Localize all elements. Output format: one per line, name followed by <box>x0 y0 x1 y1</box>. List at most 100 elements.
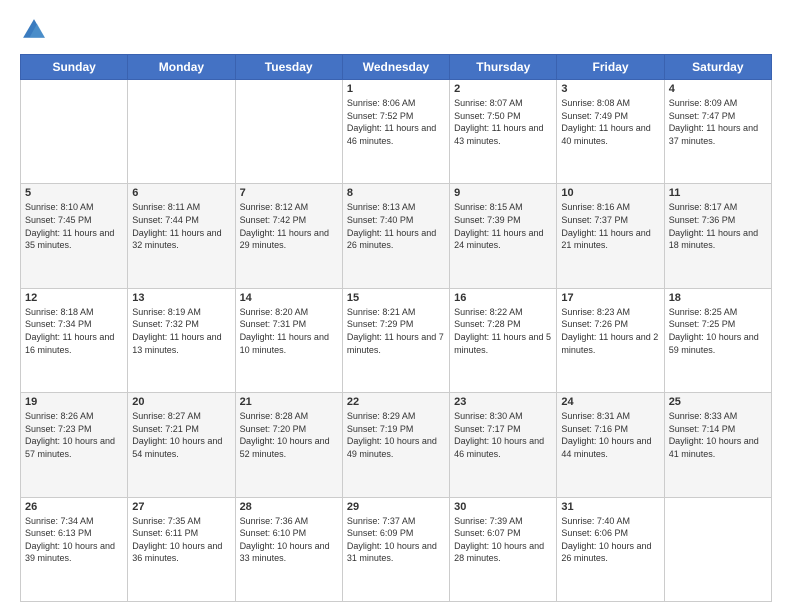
day-info: Sunrise: 7:40 AM Sunset: 6:06 PM Dayligh… <box>561 515 659 565</box>
calendar-body: 1 Sunrise: 8:06 AM Sunset: 7:52 PM Daylig… <box>21 80 772 602</box>
calendar-cell <box>235 80 342 184</box>
day-info: Sunrise: 7:37 AM Sunset: 6:09 PM Dayligh… <box>347 515 445 565</box>
day-info: Sunrise: 8:09 AM Sunset: 7:47 PM Dayligh… <box>669 97 767 147</box>
day-number: 13 <box>132 292 230 304</box>
calendar-cell: 17 Sunrise: 8:23 AM Sunset: 7:26 PM Dayli… <box>557 288 664 392</box>
day-number: 23 <box>454 396 552 408</box>
day-info: Sunrise: 8:06 AM Sunset: 7:52 PM Dayligh… <box>347 97 445 147</box>
calendar-cell: 2 Sunrise: 8:07 AM Sunset: 7:50 PM Daylig… <box>450 80 557 184</box>
day-number: 17 <box>561 292 659 304</box>
day-info: Sunrise: 8:10 AM Sunset: 7:45 PM Dayligh… <box>25 201 123 251</box>
calendar-cell: 20 Sunrise: 8:27 AM Sunset: 7:21 PM Dayli… <box>128 393 235 497</box>
day-number: 16 <box>454 292 552 304</box>
day-info: Sunrise: 8:27 AM Sunset: 7:21 PM Dayligh… <box>132 410 230 460</box>
calendar-cell: 26Sunrise: 7:34 AM Sunset: 6:13 PM Dayli… <box>21 497 128 601</box>
calendar-cell: 16 Sunrise: 8:22 AM Sunset: 7:28 PM Dayli… <box>450 288 557 392</box>
day-info: Sunrise: 8:16 AM Sunset: 7:37 PM Dayligh… <box>561 201 659 251</box>
calendar-cell: 13 Sunrise: 8:19 AM Sunset: 7:32 PM Dayli… <box>128 288 235 392</box>
calendar-cell: 14Sunrise: 8:20 AM Sunset: 7:31 PM Dayli… <box>235 288 342 392</box>
day-number: 28 <box>240 501 338 513</box>
day-info: Sunrise: 8:13 AM Sunset: 7:40 PM Dayligh… <box>347 201 445 251</box>
page: SundayMondayTuesdayWednesdayThursdayFrid… <box>0 0 792 612</box>
calendar-cell: 29 Sunrise: 7:37 AM Sunset: 6:09 PM Dayli… <box>342 497 449 601</box>
calendar-cell <box>128 80 235 184</box>
day-number: 31 <box>561 501 659 513</box>
week-row-1: 5 Sunrise: 8:10 AM Sunset: 7:45 PM Daylig… <box>21 184 772 288</box>
day-info: Sunrise: 8:30 AM Sunset: 7:17 PM Dayligh… <box>454 410 552 460</box>
calendar-cell: 1 Sunrise: 8:06 AM Sunset: 7:52 PM Daylig… <box>342 80 449 184</box>
calendar-cell: 24Sunrise: 8:31 AM Sunset: 7:16 PM Dayli… <box>557 393 664 497</box>
calendar-cell: 25 Sunrise: 8:33 AM Sunset: 7:14 PM Dayli… <box>664 393 771 497</box>
calendar-cell: 12Sunrise: 8:18 AM Sunset: 7:34 PM Dayli… <box>21 288 128 392</box>
day-info: Sunrise: 8:33 AM Sunset: 7:14 PM Dayligh… <box>669 410 767 460</box>
day-info: Sunrise: 8:11 AM Sunset: 7:44 PM Dayligh… <box>132 201 230 251</box>
calendar-cell: 19Sunrise: 8:26 AM Sunset: 7:23 PM Dayli… <box>21 393 128 497</box>
day-number: 12 <box>25 292 123 304</box>
day-number: 7 <box>240 187 338 199</box>
day-info: Sunrise: 8:08 AM Sunset: 7:49 PM Dayligh… <box>561 97 659 147</box>
day-number: 25 <box>669 396 767 408</box>
day-number: 20 <box>132 396 230 408</box>
day-number: 4 <box>669 83 767 95</box>
header-friday: Friday <box>557 55 664 80</box>
header-sunday: Sunday <box>21 55 128 80</box>
day-number: 11 <box>669 187 767 199</box>
calendar-header: SundayMondayTuesdayWednesdayThursdayFrid… <box>21 55 772 80</box>
header-thursday: Thursday <box>450 55 557 80</box>
calendar-cell: 5 Sunrise: 8:10 AM Sunset: 7:45 PM Daylig… <box>21 184 128 288</box>
day-info: Sunrise: 8:28 AM Sunset: 7:20 PM Dayligh… <box>240 410 338 460</box>
calendar-cell: 15Sunrise: 8:21 AM Sunset: 7:29 PM Dayli… <box>342 288 449 392</box>
week-row-3: 19Sunrise: 8:26 AM Sunset: 7:23 PM Dayli… <box>21 393 772 497</box>
calendar-cell: 30Sunrise: 7:39 AM Sunset: 6:07 PM Dayli… <box>450 497 557 601</box>
calendar-cell: 8 Sunrise: 8:13 AM Sunset: 7:40 PM Daylig… <box>342 184 449 288</box>
day-number: 5 <box>25 187 123 199</box>
calendar-cell: 28Sunrise: 7:36 AM Sunset: 6:10 PM Dayli… <box>235 497 342 601</box>
day-number: 1 <box>347 83 445 95</box>
calendar-cell: 31 Sunrise: 7:40 AM Sunset: 6:06 PM Dayli… <box>557 497 664 601</box>
day-info: Sunrise: 8:29 AM Sunset: 7:19 PM Dayligh… <box>347 410 445 460</box>
calendar-cell: 9Sunrise: 8:15 AM Sunset: 7:39 PM Daylig… <box>450 184 557 288</box>
calendar-cell: 18Sunrise: 8:25 AM Sunset: 7:25 PM Dayli… <box>664 288 771 392</box>
day-number: 18 <box>669 292 767 304</box>
calendar-cell: 7 Sunrise: 8:12 AM Sunset: 7:42 PM Daylig… <box>235 184 342 288</box>
day-number: 27 <box>132 501 230 513</box>
day-info: Sunrise: 8:12 AM Sunset: 7:42 PM Dayligh… <box>240 201 338 251</box>
header-tuesday: Tuesday <box>235 55 342 80</box>
day-info: Sunrise: 8:31 AM Sunset: 7:16 PM Dayligh… <box>561 410 659 460</box>
day-info: Sunrise: 8:07 AM Sunset: 7:50 PM Dayligh… <box>454 97 552 147</box>
week-row-0: 1 Sunrise: 8:06 AM Sunset: 7:52 PM Daylig… <box>21 80 772 184</box>
day-info: Sunrise: 8:21 AM Sunset: 7:29 PM Dayligh… <box>347 306 445 356</box>
calendar-cell: 11 Sunrise: 8:17 AM Sunset: 7:36 PM Dayli… <box>664 184 771 288</box>
week-row-2: 12Sunrise: 8:18 AM Sunset: 7:34 PM Dayli… <box>21 288 772 392</box>
calendar-cell: 6Sunrise: 8:11 AM Sunset: 7:44 PM Daylig… <box>128 184 235 288</box>
calendar-cell <box>21 80 128 184</box>
calendar-cell: 27Sunrise: 7:35 AM Sunset: 6:11 PM Dayli… <box>128 497 235 601</box>
day-number: 10 <box>561 187 659 199</box>
calendar-cell: 21 Sunrise: 8:28 AM Sunset: 7:20 PM Dayli… <box>235 393 342 497</box>
day-number: 22 <box>347 396 445 408</box>
calendar-cell: 23 Sunrise: 8:30 AM Sunset: 7:17 PM Dayli… <box>450 393 557 497</box>
day-number: 2 <box>454 83 552 95</box>
day-number: 21 <box>240 396 338 408</box>
logo <box>20 16 52 44</box>
day-info: Sunrise: 8:22 AM Sunset: 7:28 PM Dayligh… <box>454 306 552 356</box>
day-number: 8 <box>347 187 445 199</box>
calendar-cell: 3 Sunrise: 8:08 AM Sunset: 7:49 PM Daylig… <box>557 80 664 184</box>
week-row-4: 26Sunrise: 7:34 AM Sunset: 6:13 PM Dayli… <box>21 497 772 601</box>
header-monday: Monday <box>128 55 235 80</box>
day-info: Sunrise: 8:23 AM Sunset: 7:26 PM Dayligh… <box>561 306 659 356</box>
header-wednesday: Wednesday <box>342 55 449 80</box>
day-info: Sunrise: 8:19 AM Sunset: 7:32 PM Dayligh… <box>132 306 230 356</box>
day-info: Sunrise: 8:17 AM Sunset: 7:36 PM Dayligh… <box>669 201 767 251</box>
day-info: Sunrise: 8:20 AM Sunset: 7:31 PM Dayligh… <box>240 306 338 356</box>
header-row: SundayMondayTuesdayWednesdayThursdayFrid… <box>21 55 772 80</box>
header <box>20 16 772 44</box>
day-number: 3 <box>561 83 659 95</box>
calendar-cell: 10 Sunrise: 8:16 AM Sunset: 7:37 PM Dayli… <box>557 184 664 288</box>
day-number: 26 <box>25 501 123 513</box>
calendar-cell: 4 Sunrise: 8:09 AM Sunset: 7:47 PM Daylig… <box>664 80 771 184</box>
day-number: 30 <box>454 501 552 513</box>
calendar-cell: 22 Sunrise: 8:29 AM Sunset: 7:19 PM Dayli… <box>342 393 449 497</box>
day-number: 29 <box>347 501 445 513</box>
day-info: Sunrise: 8:15 AM Sunset: 7:39 PM Dayligh… <box>454 201 552 251</box>
